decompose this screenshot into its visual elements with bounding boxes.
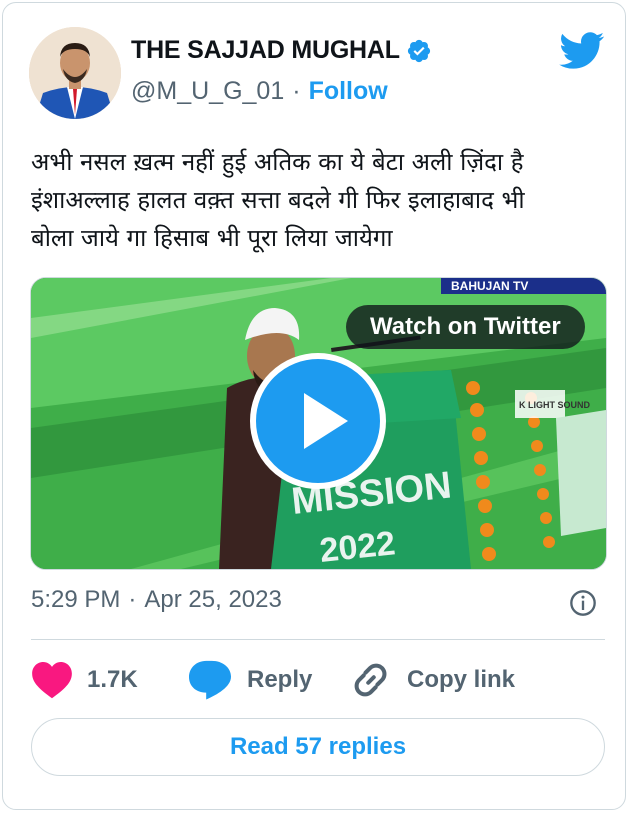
tweet-text: अभी नसल ख़त्म नहीं हुई अतिक का ये बेटा अ…: [31, 143, 601, 257]
twitter-bird-icon[interactable]: [559, 32, 605, 70]
link-icon: [354, 663, 387, 697]
play-icon: [304, 393, 348, 449]
avatar[interactable]: [29, 27, 121, 119]
verified-badge-icon: [407, 39, 430, 62]
author-handle[interactable]: @M_U_G_01: [131, 77, 284, 106]
tweet-text-line: बोला जाये गा हिसाब भी पूरा लिया जायेगा: [31, 224, 393, 252]
banner-year-text: 2022: [318, 524, 397, 569]
info-icon[interactable]: [569, 589, 597, 617]
author-name-row[interactable]: THE SAJJAD MUGHAL: [131, 36, 432, 65]
tweet-actions: 1.7K Reply Copy link: [31, 655, 605, 705]
divider: [31, 639, 605, 640]
tweet-text-line: अभी नसल ख़त्म नहीं हुई अतिक का ये बेटा अ…: [31, 148, 524, 176]
reply-button[interactable]: Reply: [187, 655, 312, 705]
watch-on-twitter-button[interactable]: Watch on Twitter: [346, 305, 585, 349]
play-button[interactable]: [250, 353, 386, 489]
tweet-text-line: इंशाअल्लाह हालत वक़्त सत्ता बदले गी फिर …: [31, 186, 525, 214]
author-name[interactable]: THE SAJJAD MUGHAL: [131, 36, 400, 65]
tweet-card: THE SAJJAD MUGHAL @M_U_G_01 · Follow अभी…: [2, 2, 626, 810]
copy-link-button[interactable]: Copy link: [349, 655, 515, 705]
timestamp-separator: ·: [128, 586, 137, 613]
tweet-timestamp[interactable]: 5:29 PM · Apr 25, 2023: [31, 586, 282, 614]
follow-button[interactable]: Follow: [309, 77, 388, 106]
copy-link-label: Copy link: [407, 666, 516, 693]
handle-separator: ·: [292, 77, 301, 105]
read-replies-button[interactable]: Read 57 replies: [31, 718, 605, 776]
like-count: 1.7K: [87, 666, 138, 693]
reply-label: Reply: [247, 666, 313, 693]
author-handle-row: @M_U_G_01 · Follow: [131, 77, 388, 106]
tweet-time: 5:29 PM: [31, 586, 121, 613]
sound-sign-text: K LIGHT SOUND: [519, 400, 590, 410]
reply-bubble-icon: [189, 660, 231, 700]
like-button[interactable]: 1.7K: [31, 655, 138, 705]
tweet-date: Apr 25, 2023: [144, 586, 282, 613]
video-thumbnail[interactable]: BAHUJAN TV MISSION 2022 K LIGHT SOUND Wa…: [30, 277, 607, 570]
heart-icon: [32, 662, 72, 699]
channel-logo-text: BAHUJAN TV: [451, 279, 528, 293]
